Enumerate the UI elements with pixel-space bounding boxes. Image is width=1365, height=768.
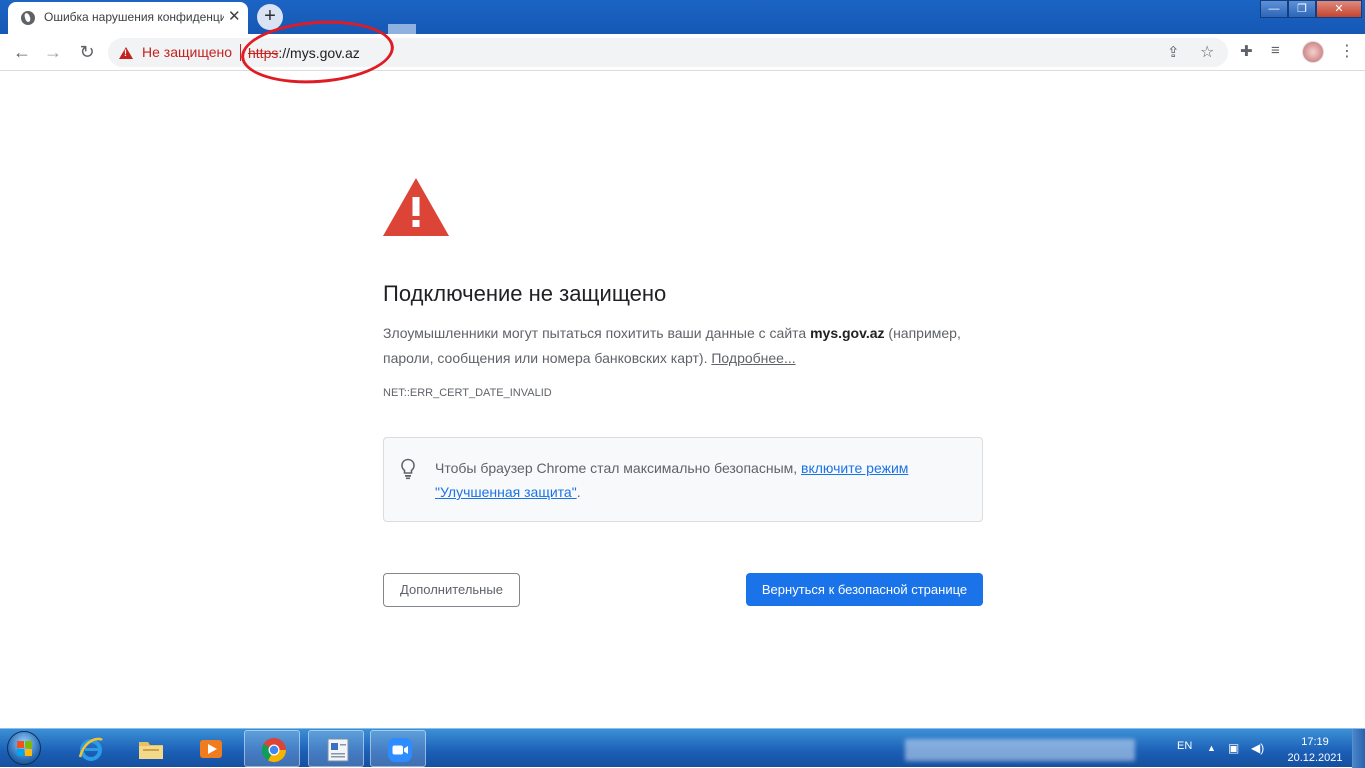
taskbar-text-editor[interactable]: [308, 730, 364, 767]
explanation-lead: Злоумышленники могут пытаться похитить в…: [383, 325, 811, 341]
title-bar: Ошибка нарушения конфиденциальности ✕ + …: [0, 0, 1365, 34]
back-to-safety-button[interactable]: Вернуться к безопасной странице: [746, 573, 983, 606]
tab-privacy-error[interactable]: Ошибка нарушения конфиденциальности ✕: [8, 2, 248, 34]
extensions-icon[interactable]: ✚: [1240, 42, 1253, 60]
window-controls: — ❐ ✕: [1260, 0, 1362, 18]
bookmark-star-icon[interactable]: ☆: [1200, 42, 1214, 62]
warning-triangle-icon: [383, 178, 449, 236]
blurred-region: [388, 24, 416, 34]
taskbar-media-player[interactable]: [182, 730, 238, 767]
enhanced-protection-end: .: [576, 484, 581, 500]
taskbar-ie[interactable]: [62, 730, 118, 767]
enhanced-protection-box: Чтобы браузер Chrome стал максимально бе…: [383, 437, 983, 522]
profile-avatar[interactable]: [1302, 41, 1324, 63]
explanation-text: Злоумышленники могут пытаться похитить в…: [383, 321, 983, 371]
security-status[interactable]: Не защищено: [142, 44, 232, 60]
warning-icon[interactable]: [119, 47, 133, 59]
globe-icon: [21, 11, 35, 25]
internet-explorer-icon: [78, 737, 103, 761]
browser-toolbar: ← → ↻ Не защищено https://mys.gov.az ⇪ ☆…: [0, 34, 1365, 71]
advanced-button[interactable]: Дополнительные: [383, 573, 520, 607]
language-indicator[interactable]: EN: [1177, 740, 1192, 752]
media-player-icon: [200, 740, 222, 758]
forward-icon[interactable]: →: [42, 42, 64, 62]
media-control-icon[interactable]: ≡: [1271, 42, 1280, 59]
system-clock[interactable]: 17:19 20.12.2021: [1283, 734, 1347, 766]
enhanced-protection-lead: Чтобы браузер Chrome стал максимально бе…: [435, 460, 802, 476]
reload-icon[interactable]: ↻: [76, 42, 98, 62]
page-title: Подключение не защищено: [383, 281, 667, 306]
show-hidden-icons-icon[interactable]: ▲: [1207, 743, 1216, 753]
tab-title: Ошибка нарушения конфиденциальности: [44, 10, 224, 24]
zoom-icon: [388, 738, 412, 762]
close-window-button[interactable]: ✕: [1316, 0, 1362, 18]
back-icon[interactable]: ←: [11, 42, 33, 62]
chrome-icon: [261, 738, 286, 763]
restore-button[interactable]: ❐: [1288, 0, 1316, 18]
volume-icon[interactable]: ◀): [1251, 741, 1264, 755]
tab-close-icon[interactable]: ✕: [228, 8, 241, 26]
lightbulb-icon: [401, 458, 415, 480]
minimize-button[interactable]: —: [1260, 0, 1288, 18]
taskbar: EN ▲ ▣ ◀) 17:19 20.12.2021: [0, 728, 1365, 768]
menu-icon[interactable]: ⋮: [1339, 41, 1355, 63]
show-desktop-button[interactable]: [1352, 729, 1365, 768]
windows-logo-icon: [7, 731, 41, 765]
error-code: NET::ERR_CERT_DATE_INVALID: [383, 387, 552, 399]
taskbar-explorer[interactable]: [122, 730, 178, 767]
share-icon[interactable]: ⇪: [1167, 43, 1180, 61]
text-editor-icon: [327, 738, 349, 762]
network-icon[interactable]: ▣: [1228, 741, 1239, 755]
folder-icon: [139, 742, 163, 759]
site-host: mys.gov.az: [810, 325, 885, 341]
learn-more-link[interactable]: Подробнее...: [711, 350, 795, 366]
clock-time: 17:19: [1301, 736, 1329, 748]
enhanced-protection-text: Чтобы браузер Chrome стал максимально бе…: [435, 456, 965, 504]
clock-date: 20.12.2021: [1287, 752, 1343, 764]
start-button[interactable]: [2, 729, 48, 768]
taskbar-chrome[interactable]: [244, 730, 300, 767]
taskbar-zoom[interactable]: [370, 730, 426, 767]
blurred-region: [905, 739, 1135, 761]
